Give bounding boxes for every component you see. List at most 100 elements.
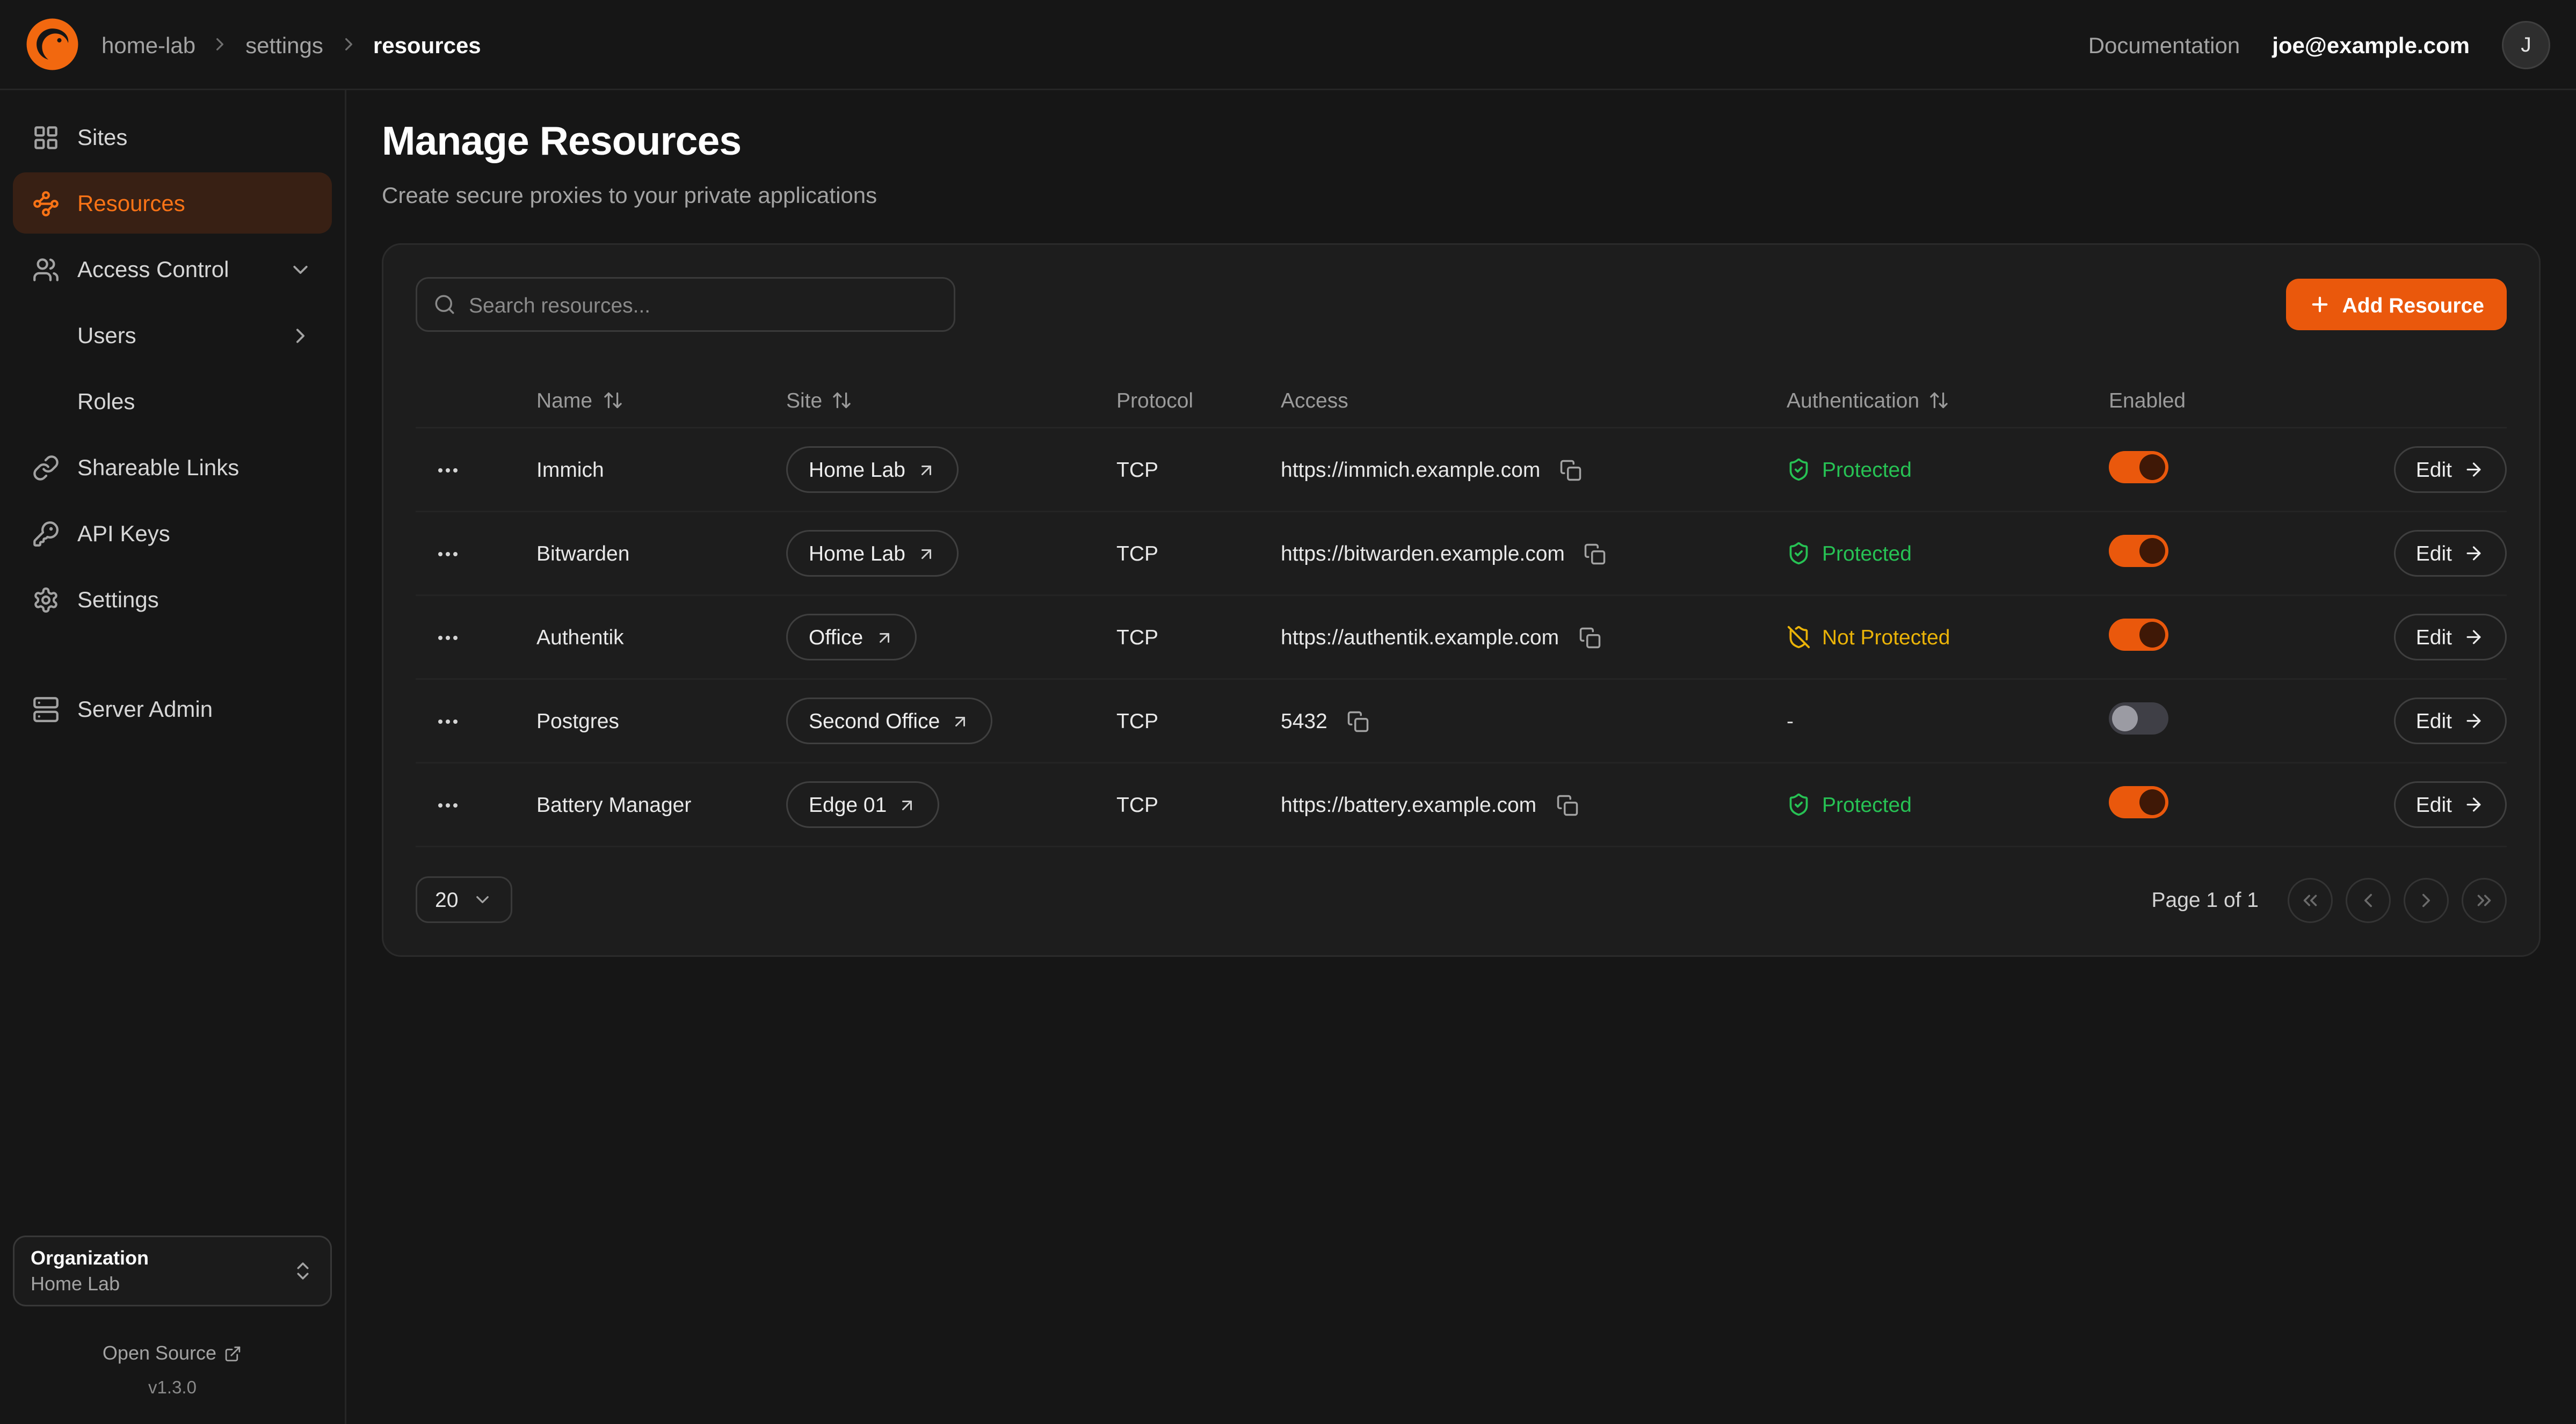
sidebar-item-label: Settings [77, 586, 159, 612]
sidebar-item-settings[interactable]: Settings [13, 569, 332, 630]
topbar: home-lab settings resources Documentatio… [0, 0, 2576, 90]
sidebar-item-shareable-links[interactable]: Shareable Links [13, 437, 332, 498]
resource-name: Bitwarden [536, 541, 786, 565]
open-source-link[interactable]: Open Source [103, 1342, 242, 1364]
edit-button[interactable]: Edit [2393, 781, 2507, 828]
previous-page-button[interactable] [2346, 877, 2391, 922]
ellipsis-icon [435, 624, 461, 650]
copy-icon[interactable] [1581, 539, 1610, 568]
site-link[interactable]: Home Lab [786, 446, 959, 493]
page-title: Manage Resources [382, 119, 2541, 166]
table-footer: 20 Page 1 of 1 [416, 876, 2507, 923]
arrow-up-right-icon [951, 711, 970, 731]
protocol: TCP [1116, 541, 1281, 565]
row-actions-button[interactable] [429, 786, 467, 824]
site-link[interactable]: Second Office [786, 698, 993, 744]
open-source-label: Open Source [103, 1342, 216, 1364]
chevrons-left-icon [2299, 889, 2321, 911]
column-header-name[interactable]: Name [536, 388, 786, 412]
sidebar-item-label: Shareable Links [77, 454, 239, 480]
sidebar-item-access-control[interactable]: Access Control [13, 238, 332, 300]
access-url: 5432 [1281, 709, 1327, 733]
page-info: Page 1 of 1 [2152, 888, 2259, 912]
site-link[interactable]: Edge 01 [786, 781, 940, 828]
sidebar-section-gap [13, 635, 332, 673]
edit-button[interactable]: Edit [2393, 698, 2507, 744]
chevron-right-icon [210, 34, 231, 55]
sidebar-item-roles[interactable]: Roles [13, 370, 332, 432]
chevron-right-icon [2415, 889, 2437, 911]
sidebar-item-server-admin[interactable]: Server Admin [13, 678, 332, 739]
page-size-select[interactable]: 20 [416, 876, 513, 923]
row-actions-button[interactable] [429, 618, 467, 657]
sidebar-item-resources[interactable]: Resources [13, 172, 332, 234]
pagination [2288, 877, 2507, 922]
sidebar-item-sites[interactable]: Sites [13, 106, 332, 168]
breadcrumb: home-lab settings resources [101, 32, 481, 57]
ellipsis-icon [435, 457, 461, 483]
table-header-row: Name Site Protocol Access Authentication [416, 374, 2507, 428]
sidebar-nav: Sites Resources Access Control Users Rol [13, 106, 332, 739]
search-icon [433, 293, 456, 316]
table-row: Postgres Second Office TCP 5432 - Edit [416, 680, 2507, 764]
users-icon [32, 256, 60, 283]
site-link[interactable]: Office [786, 614, 916, 660]
page-subtitle: Create secure proxies to your private ap… [382, 182, 2541, 208]
breadcrumb-home-lab[interactable]: home-lab [101, 32, 195, 57]
row-actions-button[interactable] [429, 534, 467, 573]
first-page-button[interactable] [2288, 877, 2333, 922]
breadcrumb-settings[interactable]: settings [245, 32, 323, 57]
column-header-site[interactable]: Site [786, 388, 1116, 412]
copy-icon[interactable] [1344, 707, 1373, 736]
sidebar-item-api-keys[interactable]: API Keys [13, 503, 332, 564]
enabled-toggle[interactable] [2109, 619, 2168, 651]
row-actions-button[interactable] [429, 702, 467, 740]
sidebar-bottom: Organization Home Lab Open Source v1.3.0 [13, 1236, 332, 1398]
sidebar-item-label: Access Control [77, 256, 229, 282]
add-resource-button[interactable]: Add Resource [2286, 279, 2507, 330]
breadcrumb-resources[interactable]: resources [373, 32, 481, 57]
sort-icon [602, 390, 623, 411]
table-row: Bitwarden Home Lab TCP https://bitwarden… [416, 512, 2507, 596]
column-header-authentication[interactable]: Authentication [1787, 388, 2109, 412]
column-header-enabled: Enabled [2109, 388, 2318, 412]
pangolin-logo-icon[interactable] [26, 18, 79, 71]
enabled-toggle[interactable] [2109, 786, 2168, 818]
next-page-button[interactable] [2404, 877, 2449, 922]
arrow-right-icon [2463, 710, 2484, 731]
organization-label: Organization [31, 1247, 279, 1269]
organization-switcher[interactable]: Organization Home Lab [13, 1236, 332, 1306]
chevrons-up-down-icon [292, 1260, 314, 1282]
gear-icon [32, 586, 60, 613]
protocol: TCP [1116, 625, 1281, 649]
copy-icon[interactable] [1575, 623, 1604, 652]
resource-name: Battery Manager [536, 793, 786, 817]
avatar[interactable]: J [2502, 20, 2550, 69]
edit-button[interactable]: Edit [2393, 530, 2507, 577]
search-input[interactable] [469, 293, 938, 317]
auth-status: - [1787, 709, 2109, 733]
table-row: Immich Home Lab TCP https://immich.examp… [416, 428, 2507, 512]
access-url: https://immich.example.com [1281, 457, 1540, 482]
copy-icon[interactable] [1552, 790, 1581, 819]
sites-grid-icon [32, 123, 60, 151]
column-header-access: Access [1281, 388, 1787, 412]
sidebar-item-users[interactable]: Users [13, 304, 332, 366]
edit-button[interactable]: Edit [2393, 446, 2507, 493]
last-page-button[interactable] [2462, 877, 2507, 922]
resource-name: Immich [536, 457, 786, 482]
copy-icon[interactable] [1556, 455, 1585, 484]
row-actions-button[interactable] [429, 451, 467, 489]
edit-button[interactable]: Edit [2393, 614, 2507, 660]
ellipsis-icon [435, 708, 461, 734]
enabled-toggle[interactable] [2109, 451, 2168, 483]
access-url: https://bitwarden.example.com [1281, 541, 1565, 565]
enabled-toggle[interactable] [2109, 702, 2168, 735]
enabled-toggle[interactable] [2109, 535, 2168, 567]
documentation-link[interactable]: Documentation [2088, 32, 2240, 57]
auth-status: Protected [1787, 457, 2109, 482]
shield-check-icon [1787, 457, 1811, 482]
site-link[interactable]: Home Lab [786, 530, 959, 577]
sidebar-item-label: API Keys [77, 520, 170, 546]
sidebar-item-label: Users [77, 322, 136, 348]
